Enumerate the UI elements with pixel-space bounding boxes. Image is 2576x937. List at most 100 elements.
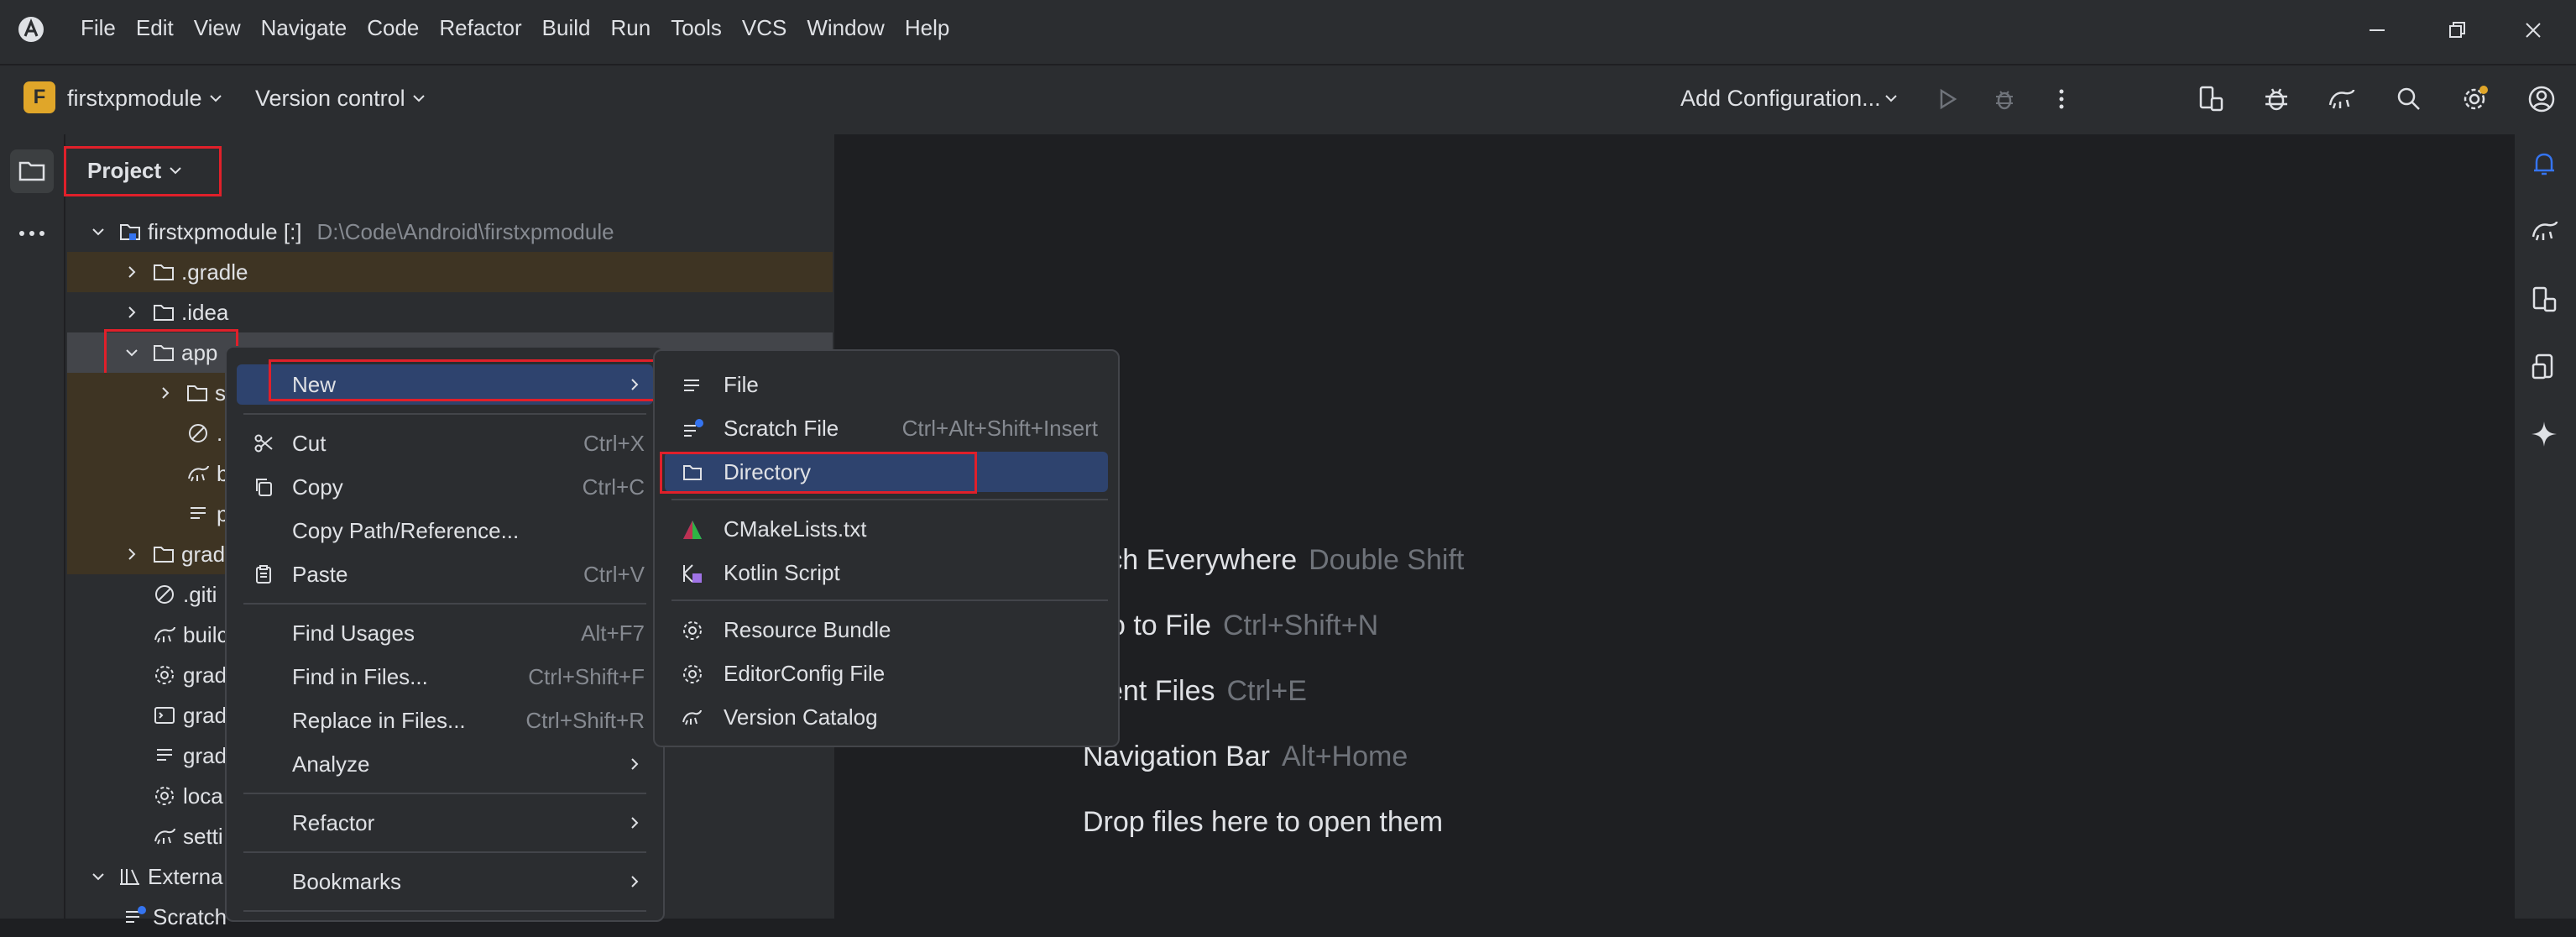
menu-window[interactable]: Window	[807, 15, 884, 41]
menu-help[interactable]: Help	[905, 15, 949, 41]
menu-bar: File Edit View Navigate Code Refactor Bu…	[81, 15, 969, 41]
tree-item-gradle-dir[interactable]: .gradle	[67, 252, 833, 292]
ignore-file-icon	[189, 424, 207, 442]
submenu-item-label: EditorConfig File	[724, 660, 886, 686]
app-logo-icon	[17, 15, 45, 44]
context-menu-copy[interactable]: Copy Ctrl+C	[237, 467, 653, 507]
right-tool-strip	[2513, 134, 2576, 919]
new-cmakelists-item[interactable]: CMakeLists.txt	[665, 509, 1108, 549]
menu-separator	[671, 599, 1108, 601]
tree-item-label: builc	[183, 621, 228, 647]
text-file-icon	[191, 507, 206, 519]
more-tools-icon[interactable]	[10, 217, 54, 250]
left-tool-strip	[0, 134, 65, 919]
menu-separator	[671, 499, 1108, 500]
context-menu-paste[interactable]: Paste Ctrl+V	[237, 554, 653, 594]
menu-view[interactable]: View	[194, 15, 241, 41]
tree-item-idea[interactable]: .idea	[67, 292, 833, 332]
project-tool-button[interactable]	[10, 149, 54, 193]
notifications-icon[interactable]	[2530, 149, 2558, 178]
close-button[interactable]	[2516, 13, 2550, 47]
gradle-sync-icon[interactable]	[2323, 81, 2360, 118]
menu-build[interactable]: Build	[542, 15, 591, 41]
tree-item-label: grad	[183, 742, 227, 768]
context-menu-copy-path[interactable]: Copy Path/Reference...	[237, 510, 653, 551]
minimize-button[interactable]	[2360, 13, 2394, 47]
menu-navigate[interactable]: Navigate	[261, 15, 347, 41]
device-manager-icon[interactable]	[2192, 81, 2229, 118]
context-menu-cut[interactable]: Cut Ctrl+X	[237, 423, 653, 463]
tree-item-label: loca	[183, 783, 223, 809]
gradle-icon[interactable]	[2530, 217, 2560, 245]
menu-item-label: Find Usages	[292, 620, 415, 646]
submenu-item-label: Version Catalog	[724, 704, 878, 730]
device-manager-side-icon[interactable]	[2530, 285, 2558, 314]
new-resource-bundle-item[interactable]: Resource Bundle	[665, 610, 1108, 650]
gemini-icon[interactable]	[2530, 420, 2558, 448]
module-folder-icon	[120, 224, 140, 240]
menu-code[interactable]: Code	[367, 15, 419, 41]
folder-icon	[187, 385, 207, 401]
new-submenu: File Scratch File Ctrl+Alt+Shift+Insert …	[653, 349, 1120, 747]
gradle-file-icon	[154, 828, 175, 845]
tree-root-row[interactable]: firstxpmodule [:] D:\Code\Android\firstx…	[67, 212, 833, 252]
scratch-icon	[126, 906, 146, 923]
scissors-icon	[254, 434, 273, 453]
run-icon[interactable]	[1929, 81, 1966, 118]
new-version-catalog-item[interactable]: Version Catalog	[665, 697, 1108, 737]
running-devices-icon[interactable]	[2530, 353, 2558, 381]
new-kotlin-script-item[interactable]: Kotlin Script	[665, 552, 1108, 593]
copy-icon	[256, 479, 272, 496]
menu-separator	[243, 910, 646, 912]
menu-vcs[interactable]: VCS	[742, 15, 786, 41]
highlight-app-folder	[104, 329, 238, 378]
menu-item-label: Copy	[292, 474, 343, 500]
app-inspection-icon[interactable]	[2258, 81, 2295, 118]
folder-icon	[154, 264, 174, 280]
context-menu-bookmarks[interactable]: Bookmarks	[237, 861, 653, 902]
hint-recent-files: cent Files Ctrl+E	[1093, 675, 1307, 707]
submenu-item-shortcut: Ctrl+Alt+Shift+Insert	[901, 415, 1098, 441]
tree-item-label: Scratch	[153, 903, 227, 929]
context-menu-find-usages[interactable]: Find Usages Alt+F7	[237, 613, 653, 653]
context-menu-analyze[interactable]: Analyze	[237, 744, 653, 784]
settings-icon[interactable]	[2456, 81, 2493, 118]
version-control-selector[interactable]: Version control	[255, 86, 405, 112]
tree-item-label: .giti	[183, 581, 217, 607]
debug-icon[interactable]	[1986, 81, 2023, 118]
menu-edit[interactable]: Edit	[136, 15, 174, 41]
menu-item-label: Refactor	[292, 809, 375, 835]
menu-item-shortcut: Ctrl+C	[582, 474, 645, 500]
context-menu-replace-in-files[interactable]: Replace in Files... Ctrl+Shift+R	[237, 700, 653, 741]
highlight-directory-item	[660, 452, 977, 494]
menu-separator	[243, 793, 646, 794]
menu-refactor[interactable]: Refactor	[439, 15, 521, 41]
tree-item-label: setti	[183, 823, 223, 849]
restore-button[interactable]	[2441, 13, 2474, 47]
chevron-right-icon	[631, 817, 639, 829]
menu-file[interactable]: File	[81, 15, 116, 41]
search-icon[interactable]	[2391, 81, 2427, 118]
account-icon[interactable]	[2523, 81, 2560, 118]
hint-drop-files: Drop files here to open them	[1083, 806, 1444, 838]
gradle-file-icon	[188, 465, 209, 482]
tree-item-label: grad	[181, 541, 226, 567]
project-selector[interactable]: firstxpmodule	[67, 86, 202, 112]
context-menu-find-in-files[interactable]: Find in Files... Ctrl+Shift+F	[237, 657, 653, 697]
new-file-item[interactable]: File	[665, 364, 1108, 405]
settings-file-icon	[155, 666, 174, 684]
menu-item-label: Cut	[292, 430, 327, 456]
chevron-down-icon	[1884, 91, 1899, 106]
chevron-right-icon	[631, 758, 639, 770]
menu-run[interactable]: Run	[610, 15, 651, 41]
menu-item-shortcut: Alt+F7	[581, 620, 645, 646]
context-menu-refactor[interactable]: Refactor	[237, 803, 653, 843]
new-scratch-file-item[interactable]: Scratch File Ctrl+Alt+Shift+Insert	[665, 408, 1108, 448]
tree-item-label: grad	[183, 702, 227, 728]
submenu-item-label: Kotlin Script	[724, 559, 840, 585]
run-configuration-selector[interactable]: Add Configuration...	[1680, 86, 1881, 112]
chevron-down-icon	[208, 91, 223, 106]
new-editorconfig-item[interactable]: EditorConfig File	[665, 653, 1108, 694]
menu-tools[interactable]: Tools	[671, 15, 722, 41]
more-options-icon[interactable]	[2043, 81, 2080, 118]
